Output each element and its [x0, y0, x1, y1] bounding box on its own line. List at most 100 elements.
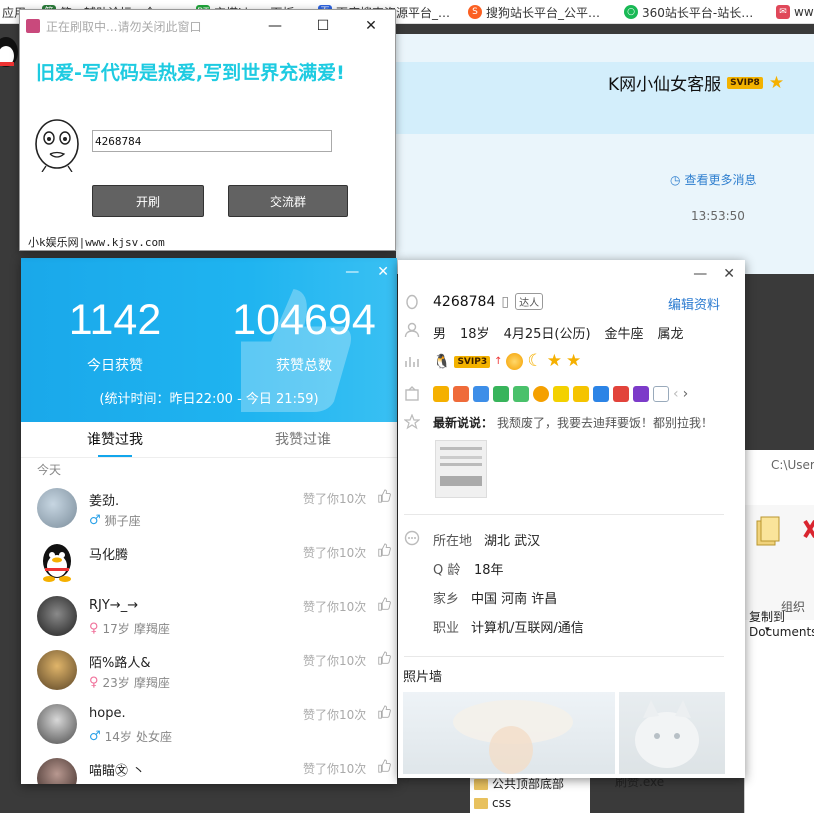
like-row[interactable]: RJY→_→ ♀ 17岁 摩羯座 赞了你10次	[21, 590, 397, 644]
avatar[interactable]	[37, 650, 77, 690]
thumbs-up-icon[interactable]	[377, 597, 391, 611]
tab-who-i-liked[interactable]: 我赞过谁	[209, 422, 397, 457]
like-row[interactable]: 喵瞄㉆ 丶 赞了你10次	[21, 752, 397, 784]
close-icon[interactable]: ✕	[723, 266, 735, 282]
liker-name: 马化腾	[89, 548, 129, 563]
daren-badge: 达人	[515, 293, 544, 310]
qq-privilege-icon[interactable]	[433, 386, 449, 402]
qage-label: Q 龄	[433, 563, 461, 578]
photo-thumbnail[interactable]	[619, 692, 725, 774]
avatar[interactable]	[37, 704, 77, 744]
post-image[interactable]	[435, 440, 487, 498]
location-label: 所在地	[433, 534, 473, 549]
close-icon[interactable]: ✕	[377, 264, 389, 280]
job-value: 计算机/互联网/通信	[471, 621, 584, 636]
chevron-left-icon[interactable]: ‹	[673, 386, 679, 402]
address-path[interactable]: C:\Users	[771, 458, 814, 472]
sogou-icon: S	[468, 5, 482, 19]
mail-icon[interactable]	[653, 386, 669, 402]
liker-name: 姜劲.	[89, 494, 120, 509]
liker-sign: 摩羯座	[133, 622, 170, 636]
today-like-label: 今日获赞	[87, 358, 143, 374]
photo-thumbnail[interactable]	[403, 692, 615, 774]
banner-text: 旧爱-写代码是热爱,写到世界充满爱!	[36, 62, 345, 84]
purple-badge-icon[interactable]	[633, 386, 649, 402]
total-like-label: 获赞总数	[276, 358, 332, 374]
total-like-count: 104694	[232, 296, 376, 344]
minimize-icon[interactable]: —	[693, 266, 707, 282]
red-badge-icon[interactable]	[613, 386, 629, 402]
chevron-right-icon[interactable]: ›	[683, 386, 689, 402]
avatar[interactable]	[37, 488, 77, 528]
avatar[interactable]	[37, 596, 77, 636]
pet-privilege-icon[interactable]	[493, 386, 509, 402]
bookmark-ww[interactable]: ✉ ww	[776, 3, 814, 21]
like-count: 赞了你10次	[303, 546, 367, 560]
hometown-label: 家乡	[433, 592, 460, 607]
brush-tool-window: 正在刷取中...请勿关闭此窗口 — ☐ ✕ 旧爱-写代码是热爱,写到世界充满爱!…	[19, 9, 396, 251]
thumbs-up-icon[interactable]	[377, 543, 391, 557]
female-gender-icon: ♀	[89, 675, 99, 690]
thumbs-up-icon[interactable]	[377, 489, 391, 503]
level-chart-icon	[405, 357, 419, 367]
close-icon[interactable]: ✕	[347, 10, 395, 42]
sun-icon	[506, 353, 524, 370]
qq-outline-icon	[406, 294, 418, 310]
star-icon: ★	[546, 351, 562, 371]
tab-who-liked-me[interactable]: 谁赞过我	[21, 422, 209, 457]
chat-window: K网小仙女客服 SVIP8 ★ ◷ 查看更多消息 13:53:50	[396, 34, 814, 274]
window-title: 正在刷取中...请勿关闭此窗口	[46, 19, 202, 34]
star-outline-icon	[404, 414, 420, 430]
bookmark-360[interactable]: ○ 360站长平台-站长…	[624, 3, 753, 21]
diamond-green-icon[interactable]	[513, 386, 529, 402]
minimize-icon[interactable]: —	[251, 10, 299, 42]
title-bar: 正在刷取中...请勿关闭此窗口 — ☐ ✕	[20, 10, 395, 42]
like-row[interactable]: 姜劲. ♂ 狮子座 赞了你10次	[21, 482, 397, 536]
thumbs-up-icon[interactable]	[377, 759, 391, 773]
shield-icon[interactable]	[593, 386, 609, 402]
avatar[interactable]	[37, 758, 77, 784]
male-gender-icon: ♂	[89, 729, 101, 744]
diamond-yellow-icon[interactable]	[553, 386, 569, 402]
copy-to-button[interactable]: 复制到	[749, 608, 785, 625]
ribbon-group-label: 组织	[781, 600, 806, 614]
folder-item[interactable]: css	[470, 794, 590, 813]
male-gender-icon: ♂	[89, 513, 101, 528]
clock-icon: ◷	[670, 172, 681, 187]
moon-icon: ☾	[527, 351, 543, 371]
thumbs-up-icon[interactable]	[377, 705, 391, 719]
bookmark-sogou[interactable]: S 搜狗站长平台_公平…	[468, 3, 600, 21]
delete-icon	[803, 519, 814, 539]
liker-sign: 处女座	[135, 730, 172, 744]
music-privilege-icon[interactable]	[533, 386, 549, 402]
active-tab-indicator	[98, 455, 132, 457]
latest-post: 最新说说： 我颓废了，我要去迪拜要饭！都别拉我！	[433, 416, 714, 430]
start-brush-button[interactable]: 开刷	[92, 185, 204, 217]
like-row[interactable]: 陌%路人& ♀ 23岁 摩羯座 赞了你10次	[21, 644, 397, 698]
game-privilege-icon[interactable]	[453, 386, 469, 402]
qq-penguin-icon	[0, 37, 18, 67]
star-yellow-icon[interactable]	[573, 386, 589, 402]
thumbs-up-icon[interactable]	[377, 651, 391, 665]
privilege-icon	[405, 386, 419, 401]
edit-profile-link[interactable]: 编辑资料	[668, 294, 720, 313]
profile-window: — ✕ 4268784 ▯ 达人 编辑资料 男 18岁 4月25日(公历) 金牛座 属龙…	[398, 260, 745, 778]
qq-number-input[interactable]	[92, 130, 332, 152]
liker-name: 喵瞄㉆ 丶	[89, 764, 146, 779]
stat-time-range: (统计时间：昨日22:00 - 今日 21:59)	[99, 392, 319, 407]
svip-level-badge: SVIP3	[454, 355, 491, 368]
basic-info: 男 18岁 4月25日(公历) 金牛座 属龙	[433, 327, 684, 342]
like-count: 赞了你10次	[303, 708, 367, 722]
maximize-icon[interactable]: ☐	[299, 10, 347, 42]
star-privilege-icon[interactable]	[473, 386, 489, 402]
documents-item[interactable]: Documents	[749, 625, 814, 639]
like-count: 赞了你10次	[303, 600, 367, 614]
app-icon	[26, 19, 40, 33]
like-row[interactable]: hope. ♂ 14岁 处女座 赞了你10次	[21, 698, 397, 752]
qq-penguin-avatar[interactable]	[37, 542, 77, 582]
more-messages-link[interactable]: ◷ 查看更多消息	[670, 171, 757, 188]
join-group-button[interactable]: 交流群	[228, 185, 348, 217]
minimize-icon[interactable]: —	[345, 264, 359, 280]
like-count: 赞了你10次	[303, 492, 367, 506]
like-row[interactable]: 马化腾 赞了你10次	[21, 536, 397, 590]
